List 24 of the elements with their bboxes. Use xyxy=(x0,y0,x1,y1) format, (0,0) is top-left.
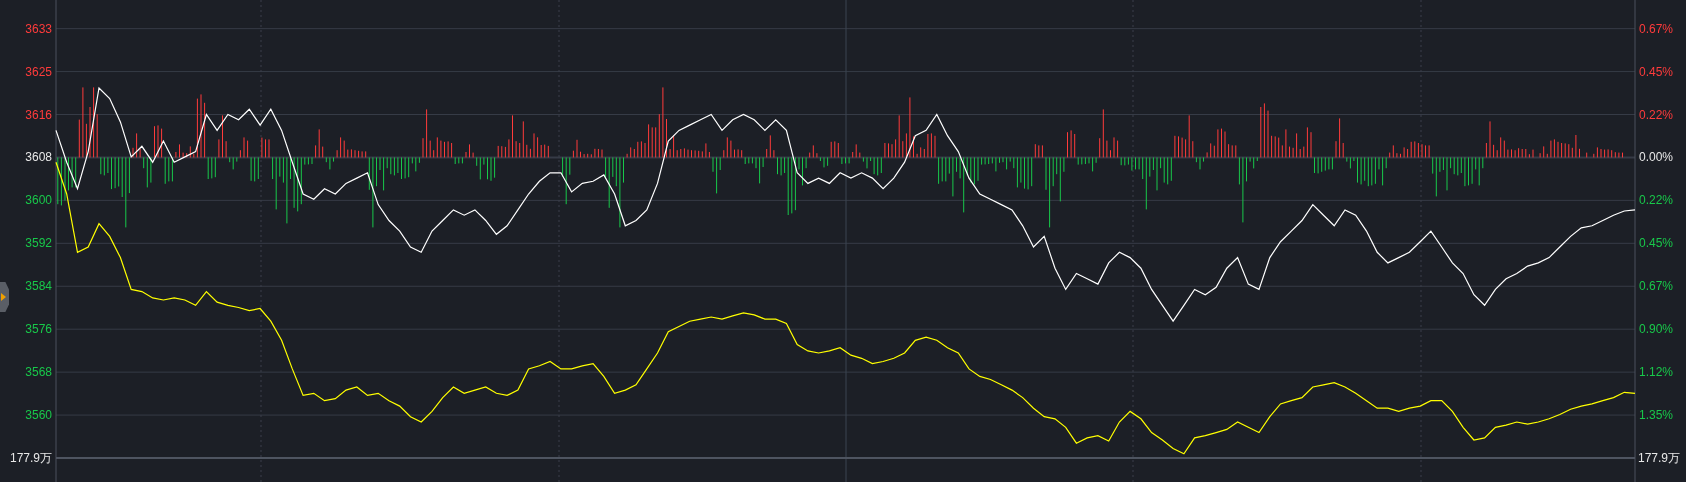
axis-tick-label: 3625 xyxy=(25,64,52,79)
axis-tick-label: 3616 xyxy=(25,107,52,122)
axis-tick-label: 3584 xyxy=(25,279,52,294)
percent-tick-label: 0.22% xyxy=(1639,107,1674,122)
axis-tick-label: 3592 xyxy=(25,236,52,251)
expand-handle[interactable] xyxy=(0,282,9,312)
percent-tick-label: 0.90% xyxy=(1639,322,1674,337)
axis-tick-label: 3633 xyxy=(25,21,52,36)
percent-tick-label: 0.67% xyxy=(1639,279,1674,294)
volume-label: 177.9万 xyxy=(9,451,52,465)
percent-tick-label: 0.00% xyxy=(1639,150,1674,165)
percent-tick-label: 0.45% xyxy=(1639,236,1674,251)
axis-tick-label: 3600 xyxy=(25,193,52,208)
percent-tick-label: 0.67% xyxy=(1639,21,1674,36)
play-arrow-icon xyxy=(1,293,6,301)
axis-tick-label: 3608 xyxy=(25,150,52,165)
percent-tick-label: 0.45% xyxy=(1639,64,1674,79)
axis-tick-label: 3568 xyxy=(25,365,52,380)
axis-tick-label: 3560 xyxy=(25,408,52,423)
volume-label: 177.9万 xyxy=(1638,451,1681,465)
axis-tick-label: 3576 xyxy=(25,322,52,337)
percent-tick-label: 1.35% xyxy=(1639,408,1674,423)
percent-tick-label: 0.22% xyxy=(1639,193,1674,208)
percent-tick-label: 1.12% xyxy=(1639,365,1674,380)
